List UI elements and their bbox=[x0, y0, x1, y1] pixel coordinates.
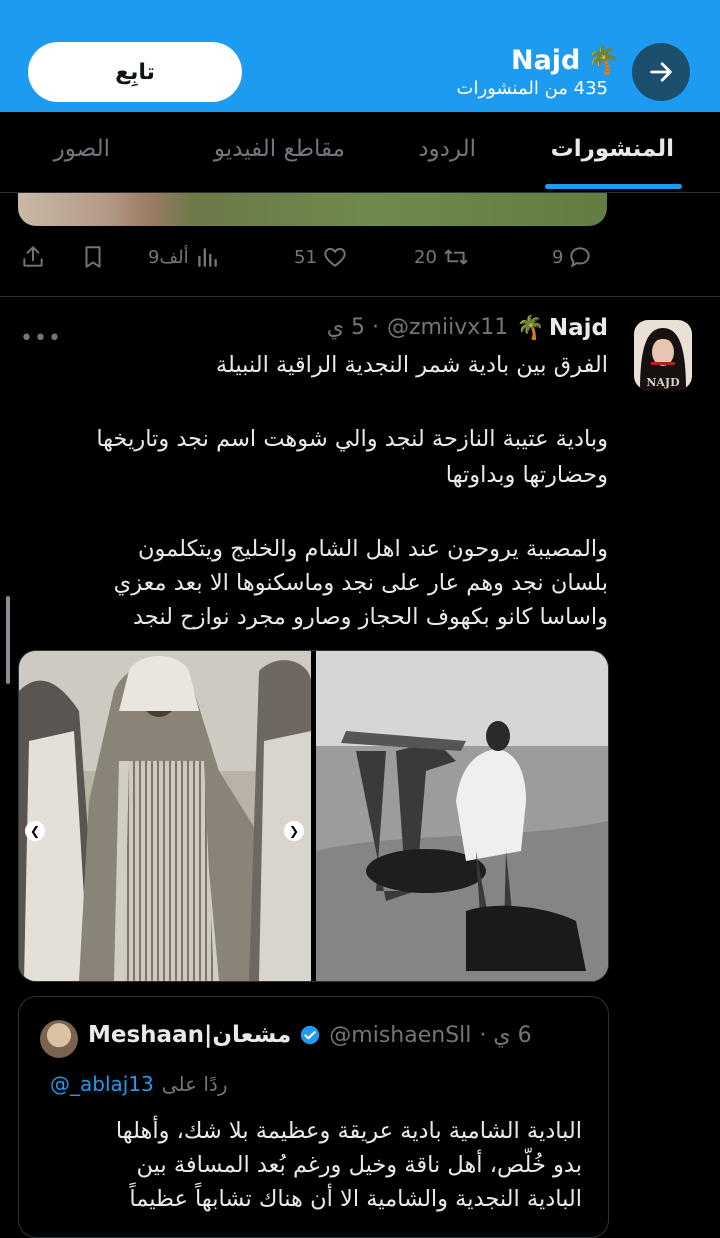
author-name[interactable]: 🌴 Najd bbox=[516, 314, 608, 342]
reply-action[interactable]: 9 bbox=[552, 244, 593, 270]
verified-badge-icon bbox=[301, 1025, 320, 1045]
photo-man-at-well[interactable] bbox=[316, 651, 608, 981]
scrollbar[interactable] bbox=[6, 596, 10, 684]
profile-name-text: Najd bbox=[510, 44, 581, 76]
palm-tree-icon: 🌴 bbox=[586, 45, 620, 76]
avatar-text: NAJD bbox=[646, 376, 680, 389]
tweet-text-line: واساسا كانو بكهوف الحجاز وصارو مجرد نواز… bbox=[132, 604, 608, 630]
profile-name: Najd 🌴 bbox=[510, 44, 620, 77]
tweet-text-line: والمصيبة يروحون عند اهل الشام والخليج وي… bbox=[138, 536, 608, 562]
avatar[interactable]: NAJD bbox=[634, 320, 692, 390]
tweet-time[interactable]: · 5 ي bbox=[327, 315, 379, 340]
tab-active-indicator bbox=[545, 184, 682, 189]
heart-icon bbox=[324, 247, 346, 267]
quoted-text-line: البادية النجدية والشامية الا أن هناك تشا… bbox=[129, 1186, 582, 1212]
more-options-icon[interactable]: ••• bbox=[20, 326, 62, 351]
tab-posts[interactable]: المنشورات bbox=[551, 136, 674, 162]
quoted-text-line: البادية الشامية بادية عريقة وعظيمة بلا ش… bbox=[115, 1118, 582, 1144]
photo-desert-well-icon bbox=[316, 651, 608, 981]
quoted-post-time[interactable]: 6 ي · bbox=[479, 1023, 531, 1048]
share-action[interactable] bbox=[20, 244, 46, 270]
back-button[interactable] bbox=[632, 43, 690, 101]
author-handle[interactable]: @zmiivx11 bbox=[387, 315, 508, 340]
reply-icon bbox=[570, 247, 591, 268]
quoted-author-avatar[interactable] bbox=[40, 1020, 78, 1058]
tab-photos[interactable]: الصور bbox=[54, 136, 110, 162]
tweet-text-line: وبادية عتيبة النازحة لنجد والي شوهت اسم … bbox=[96, 426, 608, 452]
like-count: 51 bbox=[294, 246, 317, 268]
post-count: 435 من المنشورات bbox=[456, 78, 608, 99]
quoted-author-handle[interactable]: @mishaenSll bbox=[329, 1023, 471, 1048]
tweet-text-line: بلسان نجد وهم عار على نجد وماسكنوها الا … bbox=[113, 570, 608, 596]
carousel-next-button[interactable]: ❯ bbox=[284, 821, 304, 841]
quoted-author-name[interactable]: Meshaan|مشعان bbox=[88, 1022, 291, 1048]
previous-post-media[interactable] bbox=[18, 193, 607, 226]
like-action[interactable]: 51 bbox=[294, 244, 349, 270]
repost-icon bbox=[444, 249, 468, 265]
author-name-text: Najd bbox=[548, 314, 608, 341]
reply-to-handle[interactable]: @_ablaj13 bbox=[50, 1072, 154, 1096]
palm-tree-icon: 🌴 bbox=[516, 315, 545, 341]
photo-bedouin-group[interactable]: ❮ ❯ bbox=[19, 651, 311, 981]
repost-count: 20 bbox=[414, 246, 437, 268]
post-divider bbox=[0, 296, 720, 297]
views-chart-icon bbox=[197, 248, 217, 267]
quoted-post-header: Meshaan|مشعان @mishaenSll 6 ي · bbox=[88, 1022, 532, 1048]
reply-to-label: ردًا على bbox=[161, 1072, 228, 1096]
photo-men-in-robes-icon bbox=[19, 651, 311, 981]
tab-replies[interactable]: الردود bbox=[418, 136, 476, 162]
repost-action[interactable]: 20 bbox=[414, 244, 471, 270]
tweet-text-line: وحضارتها وبداوتها bbox=[445, 462, 608, 488]
views-count: 9ألف bbox=[148, 246, 189, 268]
quoted-text-line: بدو خُلّص، أهل ناقة وخيل ورغم بُعد المسا… bbox=[136, 1152, 582, 1178]
profile-tabs: المنشورات الردود مقاطع الفيديو الصور bbox=[0, 112, 720, 193]
reply-count: 9 bbox=[552, 246, 564, 268]
arrow-right-icon bbox=[650, 62, 672, 82]
bookmark-icon bbox=[85, 246, 101, 268]
tweet-media[interactable]: ❮ ❯ bbox=[18, 650, 609, 982]
avatar-image-icon: NAJD bbox=[634, 320, 692, 390]
follow-button[interactable]: تابِع bbox=[28, 42, 242, 102]
tab-videos[interactable]: مقاطع الفيديو bbox=[214, 136, 345, 162]
tweet-text-line: الفرق بين بادية شمر النجدية الراقية النب… bbox=[215, 352, 608, 378]
tweet-header: 🌴 Najd @zmiivx11 · 5 ي bbox=[327, 314, 608, 342]
share-icon bbox=[23, 246, 43, 267]
bookmark-action[interactable] bbox=[80, 244, 106, 270]
reply-context: @_ablaj13 ردًا على bbox=[50, 1072, 227, 1096]
views-action[interactable]: 9ألف bbox=[148, 244, 221, 270]
carousel-prev-button[interactable]: ❮ bbox=[25, 821, 45, 841]
